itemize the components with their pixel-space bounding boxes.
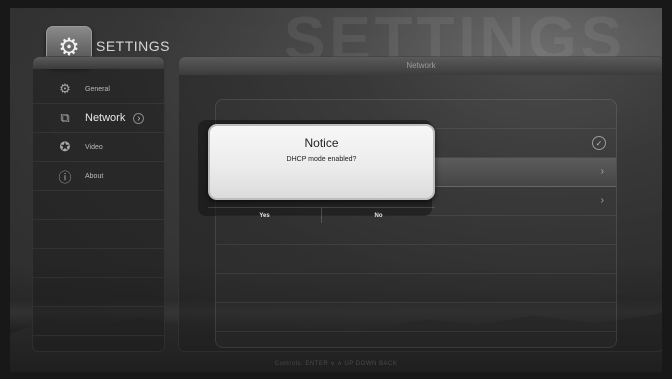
gears-icon: ⚙ bbox=[59, 81, 71, 96]
sidebar-empty-row bbox=[33, 307, 164, 336]
list-item bbox=[216, 245, 616, 274]
list-item bbox=[216, 303, 616, 332]
sidebar-item-network[interactable]: ⧉ Network › bbox=[33, 104, 164, 133]
page-title: SETTINGS bbox=[96, 38, 171, 54]
chevron-right-icon: › bbox=[600, 166, 604, 177]
list-item bbox=[216, 274, 616, 303]
network-icon: ⧉ bbox=[60, 110, 70, 125]
sidebar-header bbox=[33, 57, 164, 69]
controls-hint: Controls: ENTER ∨ ∧ UP DOWN BACK bbox=[274, 361, 398, 367]
sidebar-empty-row bbox=[33, 220, 164, 249]
panel-title: Network bbox=[179, 57, 662, 75]
sidebar-empty-row bbox=[33, 278, 164, 307]
sidebar-empty-row bbox=[33, 191, 164, 220]
film-reel-icon: ✪ bbox=[59, 139, 71, 154]
tv-screen: SETTINGS ⚙ SETTINGS ⚙ General ⧉ Network … bbox=[10, 8, 662, 372]
sidebar-item-about[interactable]: ⓘ About bbox=[33, 162, 164, 191]
chevron-right-icon: › bbox=[600, 195, 604, 206]
sidebar-item-label: About bbox=[85, 172, 104, 180]
dialog-message: DHCP mode enabled? bbox=[286, 156, 357, 163]
check-circle-icon: ✓ bbox=[592, 136, 606, 150]
sidebar-item-label: Video bbox=[85, 143, 103, 151]
info-icon: ⓘ bbox=[58, 169, 72, 185]
no-button[interactable]: No bbox=[321, 207, 435, 223]
notice-dialog: Notice DHCP mode enabled? bbox=[208, 124, 435, 200]
sidebar-item-label: Network bbox=[85, 112, 126, 124]
sidebar-item-video[interactable]: ✪ Video bbox=[33, 133, 164, 162]
sidebar-empty-row bbox=[33, 249, 164, 278]
sidebar-item-general[interactable]: ⚙ General bbox=[33, 75, 164, 104]
dialog-title: Notice bbox=[304, 136, 339, 150]
sidebar: ⚙ General ⧉ Network › ✪ Video ⓘ About bbox=[32, 56, 165, 352]
yes-button[interactable]: Yes bbox=[208, 207, 321, 223]
chevron-right-icon: › bbox=[133, 112, 145, 124]
dialog-button-bar: Yes No bbox=[208, 207, 435, 223]
sidebar-item-label: General bbox=[85, 85, 110, 93]
